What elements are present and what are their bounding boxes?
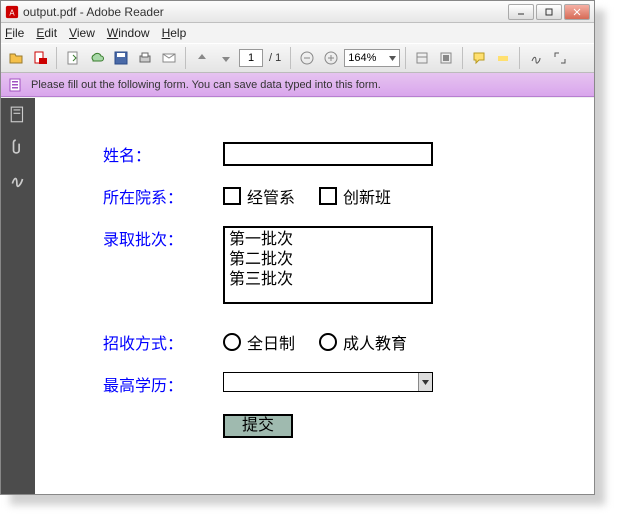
print-icon[interactable] (134, 47, 156, 69)
pdf-icon: A (5, 5, 19, 19)
side-panel (1, 98, 35, 494)
name-input[interactable] (223, 142, 433, 166)
mode-radio-2[interactable] (319, 333, 337, 351)
menu-help[interactable]: Help (162, 26, 187, 40)
tool1-icon[interactable] (411, 47, 433, 69)
label-name: 姓名： (103, 142, 223, 166)
mode-opt1-label: 全日制 (247, 330, 295, 354)
mail-icon[interactable] (158, 47, 180, 69)
sign-icon[interactable] (525, 47, 547, 69)
mode-radio-1[interactable] (223, 333, 241, 351)
tool2-icon[interactable] (435, 47, 457, 69)
form-infobar: Please fill out the following form. You … (1, 73, 594, 97)
close-button[interactable] (564, 4, 590, 20)
page-down-icon[interactable] (215, 47, 237, 69)
dept-checkbox-1[interactable] (223, 187, 241, 205)
infobar-message: Please fill out the following form. You … (31, 79, 381, 91)
attachments-icon[interactable] (9, 138, 27, 156)
app-window: A output.pdf - Adobe Reader File Edit Vi… (0, 0, 595, 495)
page-number-input[interactable]: 1 (239, 49, 263, 67)
maximize-button[interactable] (536, 4, 562, 20)
signatures-icon[interactable] (9, 170, 27, 188)
export-icon[interactable] (62, 47, 84, 69)
highlight-icon[interactable] (492, 47, 514, 69)
menu-file[interactable]: File (5, 26, 24, 40)
batch-option-2[interactable]: 第二批次 (229, 250, 427, 270)
menubar: File Edit View Window Help (1, 23, 594, 43)
dept-opt2-label: 创新班 (343, 184, 391, 208)
open-icon[interactable] (5, 47, 27, 69)
menu-window[interactable]: Window (107, 26, 150, 40)
comment-icon[interactable] (468, 47, 490, 69)
chevron-down-icon (418, 373, 432, 391)
cloud-icon[interactable] (86, 47, 108, 69)
label-batch: 录取批次： (103, 226, 223, 250)
label-dept: 所在院系： (103, 184, 223, 208)
zoom-in-icon[interactable] (320, 47, 342, 69)
menu-view[interactable]: View (69, 26, 95, 40)
create-pdf-icon[interactable] (29, 47, 51, 69)
zoom-out-icon[interactable] (296, 47, 318, 69)
zoom-select[interactable]: 164% (344, 49, 400, 67)
label-edu: 最高学历： (103, 372, 223, 396)
minimize-button[interactable] (508, 4, 534, 20)
batch-listbox[interactable]: 第一批次 第二批次 第三批次 (223, 226, 433, 304)
page-total: / 1 (269, 52, 281, 64)
pdf-page: 姓名： 所在院系： 经管系 创新班 (35, 98, 594, 494)
batch-option-1[interactable]: 第一批次 (229, 230, 427, 250)
save-icon[interactable] (110, 47, 132, 69)
page-up-icon[interactable] (191, 47, 213, 69)
toolbar: 1 / 1 164% (1, 43, 594, 73)
menu-edit[interactable]: Edit (36, 26, 57, 40)
edu-combobox[interactable] (223, 372, 433, 392)
thumbnails-icon[interactable] (9, 106, 27, 124)
mode-opt2-label: 成人教育 (343, 330, 407, 354)
batch-option-3[interactable]: 第三批次 (229, 270, 427, 290)
dept-opt1-label: 经管系 (247, 184, 295, 208)
form-icon (9, 78, 23, 92)
dept-checkbox-2[interactable] (319, 187, 337, 205)
fullscreen-icon[interactable] (549, 47, 571, 69)
svg-text:A: A (9, 8, 15, 17)
label-mode: 招收方式： (103, 330, 223, 354)
window-title: output.pdf - Adobe Reader (23, 5, 164, 19)
submit-button[interactable]: 提交 (223, 414, 293, 438)
titlebar: A output.pdf - Adobe Reader (1, 1, 594, 23)
